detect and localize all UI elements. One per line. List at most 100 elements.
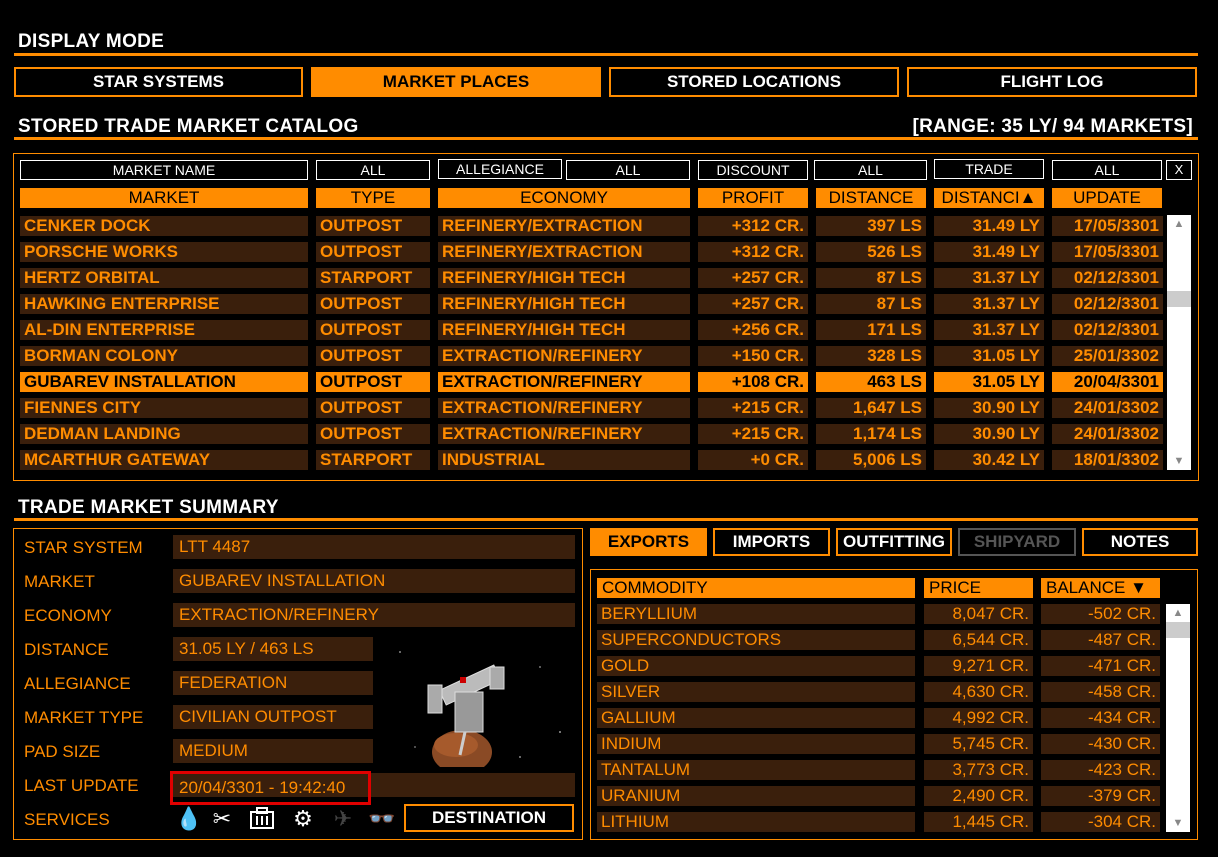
commodity-row[interactable]: GALLIUM 4,992 CR. -434 CR. [597,708,1160,728]
cell-balance: -471 CR. [1041,656,1160,676]
filter-discount[interactable]: DISCOUNT [698,160,808,180]
commodity-row[interactable]: BERYLLIUM 8,047 CR. -502 CR. [597,604,1160,624]
market-row[interactable]: MCARTHUR GATEWAY STARPORT INDUSTRIAL +0 CR.… [20,450,1163,470]
scroll-down-icon[interactable]: ▼ [1166,816,1190,830]
cell-type: OUTPOST [316,346,430,366]
value-market-type: CIVILIAN OUTPOST [173,705,373,729]
commodity-row[interactable]: SILVER 4,630 CR. -458 CR. [597,682,1160,702]
market-row[interactable]: PORSCHE WORKS OUTPOST REFINERY/EXTRACTION +… [20,242,1163,262]
cell-balance: -502 CR. [1041,604,1160,624]
cell-profit: +312 CR. [698,242,808,262]
filter-market-name[interactable]: MARKET NAME [20,160,308,180]
cell-economy: INDUSTRIAL [438,450,690,470]
column-balance[interactable]: BALANCE ▼ [1041,578,1160,598]
cell-ly: 31.05 LY [934,346,1044,366]
cell-distance: 397 LS [816,216,926,236]
scroll-up-icon[interactable]: ▲ [1167,217,1191,231]
cell-ly: 30.90 LY [934,398,1044,418]
destination-button[interactable]: DESTINATION [404,804,574,832]
divider [14,518,1198,521]
column-price[interactable]: PRICE [924,578,1033,598]
cell-update: 20/04/3301 [1052,372,1163,392]
column-commodity[interactable]: COMMODITY [597,578,915,598]
cell-name: GOLD [597,656,915,676]
filter-all-4[interactable]: ALL [1052,160,1162,180]
filter-all-1[interactable]: ALL [316,160,430,180]
market-row[interactable]: BORMAN COLONY OUTPOST EXTRACTION/REFINERY +… [20,346,1163,366]
commodity-row[interactable]: URANIUM 2,490 CR. -379 CR. [597,786,1160,806]
commodity-row[interactable]: INDIUM 5,745 CR. -430 CR. [597,734,1160,754]
station-image [380,637,575,767]
rearm-icon [248,806,276,836]
column-distance[interactable]: DISTANCE [816,188,926,208]
cell-price: 1,445 CR. [924,812,1033,832]
column-distance-ly[interactable]: DISTANCI▲ [934,188,1044,208]
star-systems-button[interactable]: STAR SYSTEMS [14,67,303,97]
cell-profit: +215 CR. [698,398,808,418]
cell-name: BERYLLIUM [597,604,915,624]
scroll-up-icon[interactable]: ▲ [1166,606,1190,620]
cell-economy: REFINERY/EXTRACTION [438,242,690,262]
market-row[interactable]: AL-DIN ENTERPRISE OUTPOST REFINERY/HIGH TE… [20,320,1163,340]
commodity-row[interactable]: SUPERCONDUCTORS 6,544 CR. -487 CR. [597,630,1160,650]
cell-type: OUTPOST [316,294,430,314]
cell-economy: EXTRACTION/REFINERY [438,372,690,392]
tab-exports[interactable]: EXPORTS [590,528,707,556]
cell-ly: 30.42 LY [934,450,1044,470]
catalog-scrollbar[interactable]: ▲ ▼ [1167,215,1191,470]
filter-trade[interactable]: TRADE [934,159,1044,179]
scroll-down-icon[interactable]: ▼ [1167,454,1191,468]
tab-outfitting[interactable]: OUTFITTING [836,528,952,556]
column-profit[interactable]: PROFIT [698,188,808,208]
scroll-thumb[interactable] [1167,291,1191,307]
market-row[interactable]: FIENNES CITY OUTPOST EXTRACTION/REFINERY +2… [20,398,1163,418]
cell-ly: 30.90 LY [934,424,1044,444]
cell-economy: EXTRACTION/REFINERY [438,424,690,444]
label-last-update: LAST UPDATE [24,776,139,795]
filter-all-3[interactable]: ALL [814,160,927,180]
cell-profit: +257 CR. [698,268,808,288]
market-row[interactable]: DEDMAN LANDING OUTPOST EXTRACTION/REFINERY… [20,424,1163,444]
market-places-button[interactable]: MARKET PLACES [311,67,601,97]
divider [14,53,1198,56]
column-update[interactable]: UPDATE [1052,188,1162,208]
label-market-type: MARKET TYPE [24,708,144,727]
cell-ly: 31.37 LY [934,268,1044,288]
market-row[interactable]: CENKER DOCK OUTPOST REFINERY/EXTRACTION +31… [20,216,1163,236]
cell-price: 6,544 CR. [924,630,1033,650]
clear-filters-button[interactable]: X [1166,160,1192,180]
cell-market: HERTZ ORBITAL [20,268,308,288]
scroll-thumb[interactable] [1166,622,1190,638]
market-row[interactable]: GUBAREV INSTALLATION OUTPOST EXTRACTION/RE… [20,372,1163,392]
cell-distance: 526 LS [816,242,926,262]
filter-allegiance[interactable]: ALLEGIANCE [438,159,562,179]
filter-all-2[interactable]: ALL [566,160,690,180]
column-market[interactable]: MARKET [20,188,308,208]
market-row[interactable]: HERTZ ORBITAL STARPORT REFINERY/HIGH TECH +… [20,268,1163,288]
market-row[interactable]: HAWKING ENTERPRISE OUTPOST REFINERY/HIGH T… [20,294,1163,314]
catalog-range: [RANGE: 35 LY/ 94 MARKETS] [912,116,1193,137]
flight-log-button[interactable]: FLIGHT LOG [907,67,1197,97]
stored-locations-button[interactable]: STORED LOCATIONS [609,67,899,97]
cell-market: HAWKING ENTERPRISE [20,294,308,314]
cell-update: 02/12/3301 [1052,268,1163,288]
cell-price: 4,630 CR. [924,682,1033,702]
cell-balance: -379 CR. [1041,786,1160,806]
cell-distance: 87 LS [816,268,926,288]
tab-notes[interactable]: NOTES [1082,528,1198,556]
commodity-scrollbar[interactable]: ▲ ▼ [1166,604,1190,832]
commodity-row[interactable]: TANTALUM 3,773 CR. -423 CR. [597,760,1160,780]
cell-profit: +256 CR. [698,320,808,340]
cell-price: 8,047 CR. [924,604,1033,624]
commodity-row[interactable]: LITHIUM 1,445 CR. -304 CR. [597,812,1160,832]
tab-imports[interactable]: IMPORTS [713,528,830,556]
commodity-row[interactable]: GOLD 9,271 CR. -471 CR. [597,656,1160,676]
label-services: SERVICES [24,810,110,829]
column-economy[interactable]: ECONOMY [438,188,690,208]
cell-balance: -430 CR. [1041,734,1160,754]
cell-distance: 87 LS [816,294,926,314]
cell-update: 17/05/3301 [1052,216,1163,236]
label-distance: DISTANCE [24,640,109,659]
column-type[interactable]: TYPE [316,188,430,208]
cell-economy: EXTRACTION/REFINERY [438,346,690,366]
